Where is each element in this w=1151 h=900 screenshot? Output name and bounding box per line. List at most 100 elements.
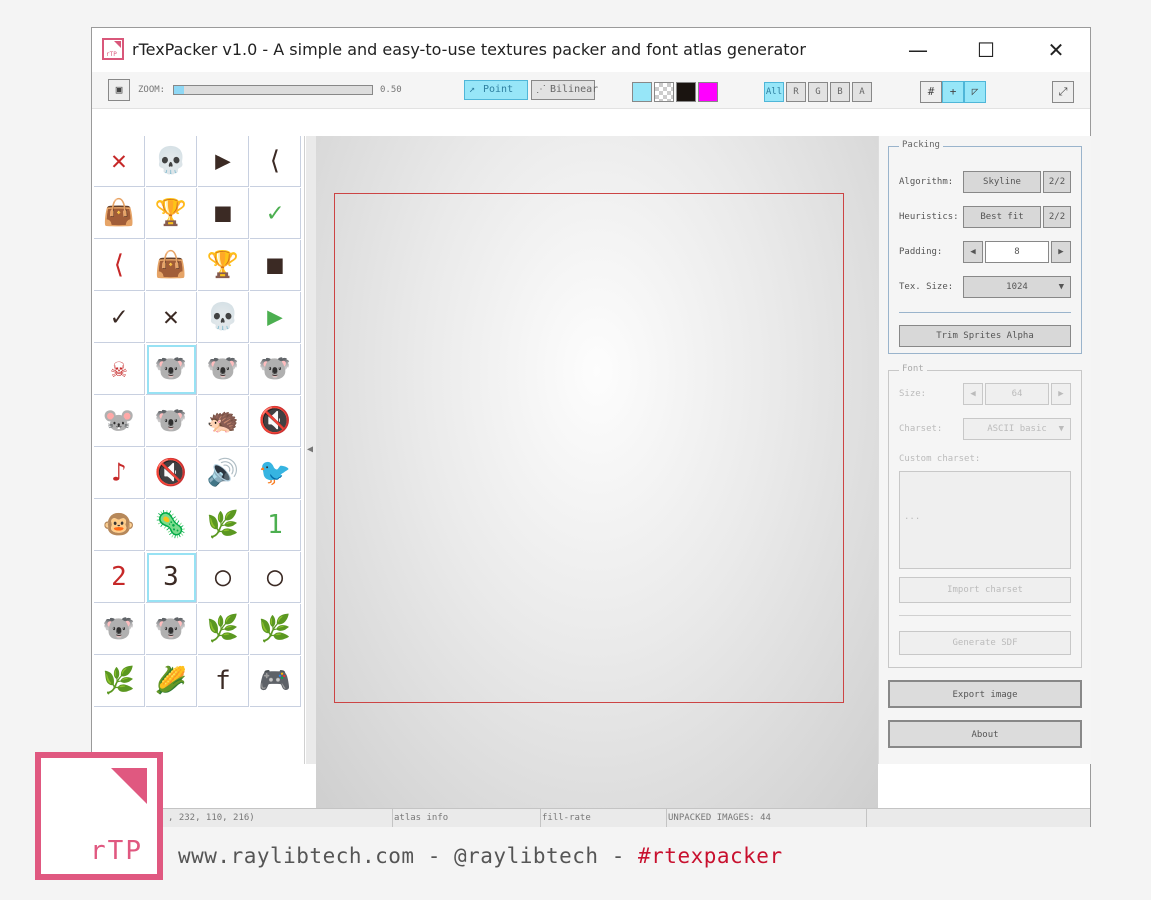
sprite-list-item[interactable]: 🔇 bbox=[250, 396, 301, 447]
bg-color-magenta-swatch[interactable] bbox=[698, 82, 718, 102]
generate-sdf-button[interactable]: Generate SDF bbox=[899, 631, 1071, 655]
sprite-list-item[interactable]: 🌿 bbox=[94, 656, 145, 707]
status-divider bbox=[866, 809, 867, 827]
sprite-list-item[interactable]: ⟨ bbox=[250, 136, 301, 187]
packing-title: Packing bbox=[899, 140, 943, 150]
filter-bilinear-button[interactable]: ⋰ Bilinear bbox=[531, 80, 598, 100]
maximize-button[interactable]: ☐ bbox=[966, 36, 1006, 64]
sprite-list-item[interactable]: 🐨 bbox=[146, 344, 197, 395]
sprite-list-item[interactable]: 💀 bbox=[146, 136, 197, 187]
algorithm-button[interactable]: Skyline bbox=[963, 171, 1041, 193]
fullscreen-icon[interactable]: ⤢ bbox=[1052, 81, 1074, 103]
algorithm-index[interactable]: 2/2 bbox=[1043, 171, 1071, 193]
sprite-list-item[interactable]: 🐨 bbox=[146, 396, 197, 447]
sprite-list-item[interactable]: ■ bbox=[250, 240, 301, 291]
font-size-increase-button[interactable]: ▶ bbox=[1051, 383, 1071, 405]
sprite-list-item[interactable]: ◯ bbox=[250, 552, 301, 603]
padding-increase-button[interactable]: ▶ bbox=[1051, 241, 1071, 263]
heuristics-index[interactable]: 2/2 bbox=[1043, 206, 1071, 228]
sprite-list-item[interactable]: 1 bbox=[250, 500, 301, 551]
sprite-list-item[interactable]: ◯ bbox=[198, 552, 249, 603]
channel-r-button[interactable]: R bbox=[786, 82, 806, 102]
font-size-input[interactable]: 64 bbox=[985, 383, 1049, 405]
sprite-list-item[interactable]: 🌿 bbox=[198, 500, 249, 551]
heuristics-button[interactable]: Best fit bbox=[963, 206, 1041, 228]
rect-outline-icon[interactable]: ◸ bbox=[964, 81, 986, 103]
sprite-list-item[interactable]: 💀 bbox=[198, 292, 249, 343]
sprite-list-item[interactable]: ✓ bbox=[250, 188, 301, 239]
point-filter-icon: ↗ bbox=[469, 84, 476, 95]
sprite-list-item[interactable]: 👜 bbox=[94, 188, 145, 239]
sprite-list-item[interactable]: ▶ bbox=[250, 292, 301, 343]
close-button[interactable]: ✕ bbox=[1036, 36, 1076, 64]
zoom-slider-fill bbox=[174, 86, 184, 94]
crosshair-icon[interactable]: + bbox=[942, 81, 964, 103]
sprite-list-item[interactable]: 🐦 bbox=[250, 448, 301, 499]
bg-color-cyan-swatch[interactable] bbox=[632, 82, 652, 102]
sprite-list-item[interactable]: 🐨 bbox=[146, 604, 197, 655]
filter-point-button[interactable]: ↗ Point bbox=[464, 80, 528, 100]
window-title: rTexPacker v1.0 - A simple and easy-to-u… bbox=[132, 40, 806, 59]
sprite-list-item[interactable]: 🌿 bbox=[250, 604, 301, 655]
title-bar: rTP rTexPacker v1.0 - A simple and easy-… bbox=[92, 28, 1090, 72]
dropdown-arrow-icon: ▼ bbox=[1058, 424, 1064, 434]
sprite-list-item[interactable]: ⟨ bbox=[94, 240, 145, 291]
sprite-list-item[interactable]: 🐭 bbox=[94, 396, 145, 447]
sprite-list-item[interactable]: 2 bbox=[94, 552, 145, 603]
sprite-list-item[interactable]: 🐨 bbox=[198, 344, 249, 395]
selection-rect-status: , 232, 110, 216) bbox=[168, 813, 255, 823]
fit-view-icon[interactable]: ▣ bbox=[108, 79, 130, 101]
sprite-list-item[interactable]: 🦔 bbox=[198, 396, 249, 447]
sprite-list-item[interactable]: ▶ bbox=[198, 136, 249, 187]
packing-separator bbox=[899, 312, 1071, 313]
zoom-slider[interactable] bbox=[173, 85, 373, 95]
export-image-button[interactable]: Export image bbox=[888, 680, 1082, 708]
texsize-label: Tex. Size: bbox=[899, 282, 954, 292]
sprite-list-item[interactable]: ■ bbox=[198, 188, 249, 239]
sprite-list-item[interactable]: 👜 bbox=[146, 240, 197, 291]
import-charset-button[interactable]: Import charset bbox=[899, 577, 1071, 603]
sprite-list-item[interactable]: 🎮 bbox=[250, 656, 301, 707]
sprite-list-item[interactable]: 🐨 bbox=[94, 604, 145, 655]
sprite-list-panel: ✕ 💀 ▶ ⟨ 👜 🏆 ■ ✓ ⟨ 👜 🏆 ■ ✓ ✕ 💀 ▶ ☠ 🐨 🐨 🐨 🐭 🐨 🦔 🔇 ♪ 🔇 🔊 🐦 🐵 🦠 🌿 1 2 3 ◯ ◯ 🐨 🐨 🌿 🌿… bbox=[94, 136, 305, 764]
texsize-dropdown[interactable]: 1024 ▼ bbox=[963, 276, 1071, 298]
status-divider bbox=[392, 809, 393, 827]
unpacked-images-status: UNPACKED IMAGES: 44 bbox=[668, 813, 771, 823]
charset-dropdown[interactable]: ASCII basic ▼ bbox=[963, 418, 1071, 440]
sprite-list-item[interactable]: 🔊 bbox=[198, 448, 249, 499]
bg-color-black-swatch[interactable] bbox=[676, 82, 696, 102]
sprite-list-item[interactable]: ☠ bbox=[94, 344, 145, 395]
sprite-list-item[interactable]: 🌽 bbox=[146, 656, 197, 707]
padding-decrease-button[interactable]: ◀ bbox=[963, 241, 983, 263]
fill-rate-status: fill-rate bbox=[542, 813, 591, 823]
padding-input[interactable]: 8 bbox=[985, 241, 1049, 263]
trim-sprites-button[interactable]: Trim Sprites Alpha bbox=[899, 325, 1071, 347]
custom-charset-textbox[interactable]: ... bbox=[899, 471, 1071, 569]
bg-checker-swatch[interactable] bbox=[654, 82, 674, 102]
channel-g-button[interactable]: G bbox=[808, 82, 828, 102]
sprite-list-item[interactable]: 🏆 bbox=[198, 240, 249, 291]
sprite-list-item[interactable]: ✕ bbox=[146, 292, 197, 343]
channel-all-button[interactable]: All bbox=[764, 82, 784, 102]
font-group: Font Size: ◀ 64 ▶ Charset: ASCII basic ▼… bbox=[888, 364, 1082, 668]
sprite-list-item[interactable]: ✓ bbox=[94, 292, 145, 343]
grid-icon[interactable]: # bbox=[920, 81, 942, 103]
sprite-list-item[interactable]: 🔇 bbox=[146, 448, 197, 499]
about-button[interactable]: About bbox=[888, 720, 1082, 748]
status-bar: , 232, 110, 216) atlas info fill-rate UN… bbox=[92, 808, 1090, 827]
sprite-list-item[interactable]: 3 bbox=[146, 552, 197, 603]
sprite-list-item[interactable]: 🌿 bbox=[198, 604, 249, 655]
sprite-list-item[interactable]: f bbox=[198, 656, 249, 707]
minimize-button[interactable]: — bbox=[898, 36, 938, 64]
sprite-list-item[interactable]: 🏆 bbox=[146, 188, 197, 239]
channel-a-button[interactable]: A bbox=[852, 82, 872, 102]
sprite-list-item[interactable]: 🦠 bbox=[146, 500, 197, 551]
sprite-list-item[interactable]: 🐨 bbox=[250, 344, 301, 395]
channel-b-button[interactable]: B bbox=[830, 82, 850, 102]
sprite-list-item[interactable]: 🐵 bbox=[94, 500, 145, 551]
status-divider bbox=[666, 809, 667, 827]
collapse-arrow-icon[interactable]: ◀ bbox=[307, 444, 313, 455]
font-size-decrease-button[interactable]: ◀ bbox=[963, 383, 983, 405]
sprite-list-item[interactable]: ✕ bbox=[94, 136, 145, 187]
sprite-list-item[interactable]: ♪ bbox=[94, 448, 145, 499]
